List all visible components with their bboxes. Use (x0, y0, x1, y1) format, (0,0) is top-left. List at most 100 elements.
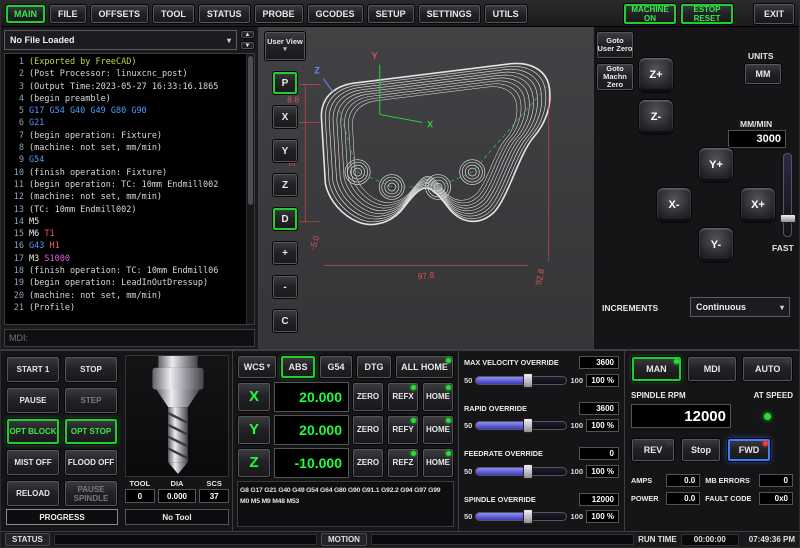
pause-spindle-button[interactable]: PAUSE SPINDLE (64, 480, 118, 507)
view-button-minus[interactable]: - (272, 275, 298, 299)
jog-y-minus-button[interactable]: Y- (698, 227, 734, 263)
view-button-z[interactable]: Z (272, 173, 298, 197)
toolpath-viewport[interactable]: Y X Z 8.8 38.8 -5.0 97.8 92. (259, 27, 593, 349)
reload-button[interactable]: RELOAD (6, 480, 60, 507)
gcode-line[interactable]: 19(begin operation: LeadInOutDressup) (5, 277, 244, 289)
flood-button[interactable]: FLOOD OFF (64, 449, 118, 476)
menu-item-settings[interactable]: SETTINGS (418, 4, 481, 24)
opt-stop-button[interactable]: OPT STOP (64, 418, 118, 445)
menu-item-probe[interactable]: PROBE (254, 4, 304, 24)
machine-on-button[interactable]: MACHINE ON (623, 3, 677, 25)
gcode-line[interactable]: 13(TC: 10mm Endmill002) (5, 204, 244, 216)
slider-handle[interactable] (523, 464, 533, 479)
gcode-line[interactable]: 11(begin operation: TC: 10mm Endmill002 (5, 179, 244, 191)
gcode-line[interactable]: 8(machine: not set, mm/min) (5, 142, 244, 154)
ref-x-button[interactable]: REFX (387, 382, 419, 412)
view-button-p[interactable]: P (272, 71, 298, 95)
spindle-override-slider[interactable] (475, 512, 567, 521)
opt-block-button[interactable]: OPT BLOCK (6, 418, 60, 445)
jog-y-plus-button[interactable]: Y+ (698, 147, 734, 183)
gcode-line[interactable]: 6G21 (5, 117, 244, 129)
mdi-input[interactable] (4, 329, 255, 347)
ref-z-button[interactable]: REFZ (387, 448, 419, 478)
view-button-user-view[interactable]: User View▾ (264, 31, 306, 61)
stop-button[interactable]: STOP (64, 356, 118, 383)
abs-button[interactable]: ABS (280, 355, 316, 379)
menu-item-setup[interactable]: SETUP (367, 4, 415, 24)
jog-z-plus-button[interactable]: Z+ (638, 57, 674, 93)
gcode-line[interactable]: 17M3 S1000 (5, 253, 244, 265)
spindle-stop-button[interactable]: Stop (681, 438, 721, 462)
dtg-button[interactable]: DTG (356, 355, 392, 379)
zero-x-button[interactable]: ZERO (352, 382, 384, 412)
view-button-d[interactable]: D (272, 207, 298, 231)
slider-handle[interactable] (523, 509, 533, 524)
menu-item-status[interactable]: STATUS (198, 4, 251, 24)
rapid-override-slider[interactable] (475, 421, 567, 430)
gcode-line[interactable]: 14M5 (5, 216, 244, 228)
max-velocity-override-slider[interactable] (475, 376, 567, 385)
gcode-line[interactable]: 10(finish operation: Fixture) (5, 167, 244, 179)
wcs-button[interactable]: WCS ▾ (237, 355, 277, 379)
gcode-line[interactable]: 20(machine: not set, mm/min) (5, 290, 244, 302)
axis-y-button[interactable]: Y (237, 415, 271, 445)
file-selector[interactable]: No File Loaded ▾ (4, 30, 237, 50)
gcode-line[interactable]: 18(finish operation: TC: 10mm Endmill06 (5, 265, 244, 277)
auto-mode-button[interactable]: AUTO (742, 356, 793, 382)
g54-button[interactable]: G54 (319, 355, 353, 379)
gcode-line[interactable]: 4(begin preamble) (5, 93, 244, 105)
home-z-button[interactable]: HOME (422, 448, 454, 478)
scroll-up-button[interactable]: ▲ (240, 30, 255, 39)
zero-z-button[interactable]: ZERO (352, 448, 384, 478)
slider-handle[interactable] (780, 214, 796, 223)
axis-x-button[interactable]: X (237, 382, 271, 412)
jog-z-minus-button[interactable]: Z- (638, 99, 674, 135)
mist-button[interactable]: MIST OFF (6, 449, 60, 476)
zero-y-button[interactable]: ZERO (352, 415, 384, 445)
goto-machine-zero-button[interactable]: Goto Machn Zero (596, 63, 634, 91)
slider-handle[interactable] (523, 373, 533, 388)
gcode-line[interactable]: 21(Profile) (5, 302, 244, 314)
jog-x-plus-button[interactable]: X+ (740, 187, 776, 223)
estop-reset-button[interactable]: ESTOP RESET (680, 3, 734, 25)
view-button-c[interactable]: C (272, 309, 298, 333)
slider-handle[interactable] (523, 418, 533, 433)
man-mode-button[interactable]: MAN (631, 356, 682, 382)
pause-button[interactable]: PAUSE (6, 387, 60, 414)
spindle-fwd-button[interactable]: FWD (727, 438, 771, 462)
spindle-rev-button[interactable]: REV (631, 438, 675, 462)
all-home-button[interactable]: ALL HOME (395, 355, 454, 379)
jog-speed-slider[interactable] (783, 153, 792, 237)
view-button-plus[interactable]: + (272, 241, 298, 265)
view-button-x[interactable]: X (272, 105, 298, 129)
gcode-line[interactable]: 2(Post Processor: linuxcnc_post) (5, 68, 244, 80)
goto-user-zero-button[interactable]: Goto User Zero (596, 31, 634, 59)
gcode-editor[interactable]: 1(Exported by FreeCAD)2(Post Processor: … (4, 53, 255, 325)
start-button[interactable]: START 1 (6, 356, 60, 383)
axis-z-button[interactable]: Z (237, 448, 271, 478)
gcode-line[interactable]: 9G54 (5, 154, 244, 166)
home-x-button[interactable]: HOME (422, 382, 454, 412)
menu-item-offsets[interactable]: OFFSETS (90, 4, 150, 24)
feedrate-override-slider[interactable] (475, 467, 567, 476)
gcode-scrollbar[interactable] (246, 54, 254, 324)
menu-item-main[interactable]: MAIN (5, 4, 46, 24)
gcode-line[interactable]: 3(Output Time:2023-05-27 16:33:16.1865 (5, 81, 244, 93)
gcode-line[interactable]: 1(Exported by FreeCAD) (5, 56, 244, 68)
units-mm-button[interactable]: MM (744, 63, 782, 85)
gcode-line[interactable]: 5G17 G54 G40 G49 G80 G90 (5, 105, 244, 117)
menu-item-file[interactable]: FILE (49, 4, 87, 24)
ref-y-button[interactable]: REFY (387, 415, 419, 445)
step-button[interactable]: STEP (64, 387, 118, 414)
home-y-button[interactable]: HOME (422, 415, 454, 445)
jog-x-minus-button[interactable]: X- (656, 187, 692, 223)
view-button-y[interactable]: Y (272, 139, 298, 163)
gcode-line[interactable]: 15M6 T1 (5, 228, 244, 240)
gcode-line[interactable]: 7(begin operation: Fixture) (5, 130, 244, 142)
gcode-line[interactable]: 12(machine: not set, mm/min) (5, 191, 244, 203)
menu-item-tool[interactable]: TOOL (152, 4, 195, 24)
mdi-mode-button[interactable]: MDI (687, 356, 738, 382)
menu-item-utils[interactable]: UTILS (484, 4, 528, 24)
gcode-line[interactable]: 16G43 H1 (5, 240, 244, 252)
menu-item-gcodes[interactable]: GCODES (307, 4, 364, 24)
